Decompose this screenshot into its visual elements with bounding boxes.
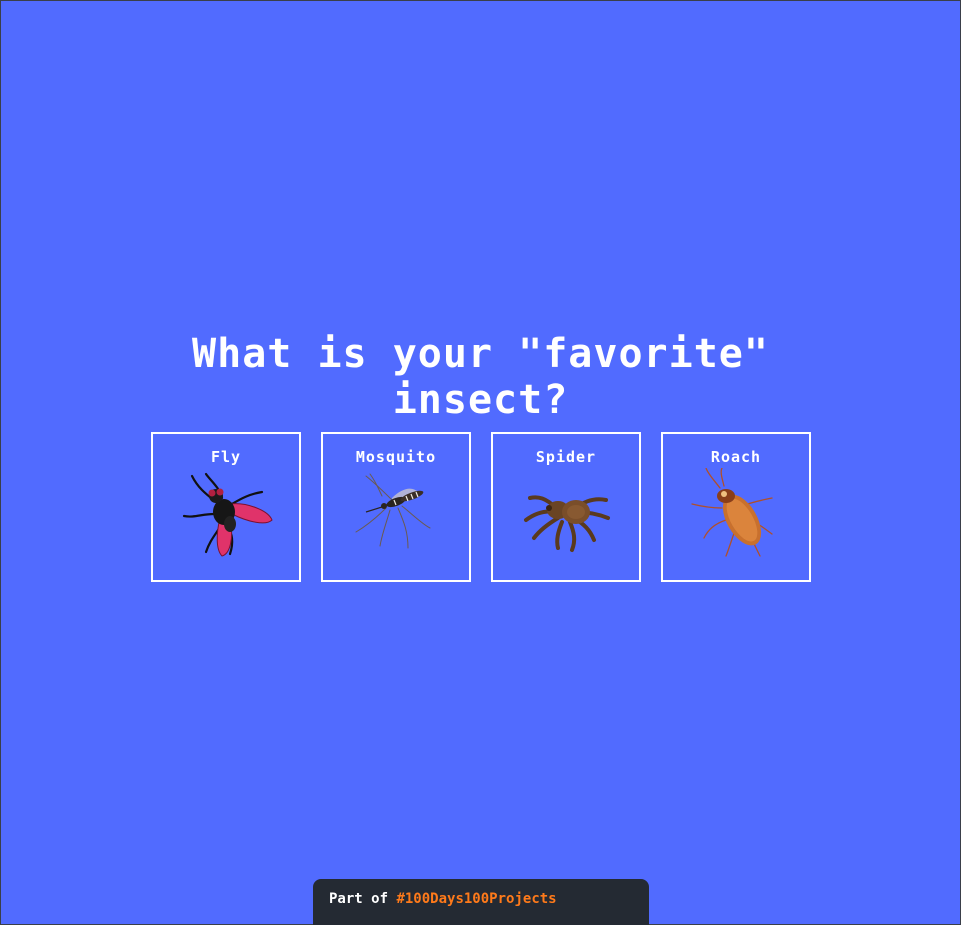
page-title: What is your "favorite" insect? <box>1 331 960 423</box>
insect-label: Fly <box>210 448 242 466</box>
insect-label: Mosquito <box>355 448 437 466</box>
insect-label: Roach <box>710 448 762 466</box>
spider-icon <box>524 495 610 552</box>
fly-icon <box>182 472 273 557</box>
footer-link-100days[interactable]: #100Days100Projects <box>396 891 556 907</box>
footer-prefix: Part of <box>329 891 389 907</box>
insect-label: Spider <box>535 448 597 466</box>
title-line-1: What is your "favorite" <box>192 331 769 377</box>
mosquito-icon <box>355 473 431 549</box>
footer-credit: Part of #100Days100Projects <box>313 879 649 925</box>
insect-choice-roach: Roach <box>661 432 811 582</box>
choose-spider-button[interactable]: Spider <box>491 432 641 582</box>
choose-mosquito-button[interactable]: Mosquito <box>321 432 471 582</box>
insect-choice-list: Fly Mosquito Spider Roach <box>151 432 811 582</box>
insect-choice-spider: Spider <box>491 432 641 582</box>
insect-choice-fly: Fly <box>151 432 301 582</box>
choose-fly-button[interactable]: Fly <box>151 432 301 582</box>
choose-roach-button[interactable]: Roach <box>661 432 811 582</box>
title-line-2: insect? <box>392 377 569 423</box>
game-screen: What is your "favorite" insect? Fly Mosq… <box>1 1 960 925</box>
insect-choice-mosquito: Mosquito <box>321 432 471 582</box>
roach-icon <box>691 468 773 557</box>
